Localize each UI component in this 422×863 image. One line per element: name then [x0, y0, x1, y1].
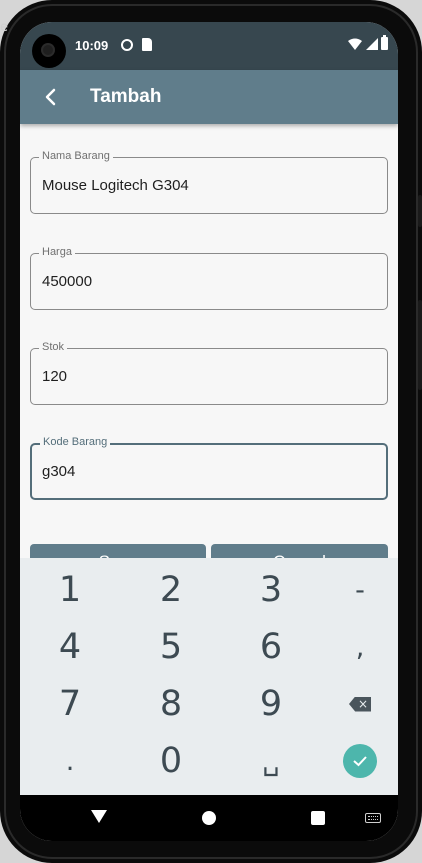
status-time: 10:09 [75, 38, 109, 53]
battery-icon [381, 35, 388, 50]
phone-frame: e 10:09 Tambah Nama Barang Mouse Logitec… [0, 0, 422, 863]
kode-barang-field[interactable]: Kode Barang g304 [30, 436, 388, 500]
page-title: Tambah [90, 86, 162, 107]
key-2[interactable]: 2 [131, 565, 211, 615]
signal-icon [366, 38, 378, 50]
field-value: Mouse Logitech G304 [42, 177, 189, 194]
wifi-icon [348, 38, 362, 50]
backspace-icon: × [349, 696, 371, 712]
key-1[interactable]: 1 [30, 565, 110, 615]
key-5[interactable]: 5 [131, 622, 211, 672]
key-9[interactable]: 9 [231, 679, 311, 729]
nama-barang-field[interactable]: Nama Barang Mouse Logitech G304 [30, 150, 388, 214]
field-label: Stok [39, 341, 68, 353]
key-3[interactable]: 3 [231, 565, 311, 615]
volume-button [418, 195, 422, 227]
sd-card-icon [142, 38, 152, 51]
system-nav-bar [20, 795, 398, 841]
key-minus[interactable]: - [320, 565, 398, 615]
key-8[interactable]: 8 [131, 679, 211, 729]
app-bar: Tambah [20, 70, 398, 124]
power-button [418, 300, 422, 390]
key-space[interactable]: ␣ [231, 736, 311, 786]
key-4[interactable]: 4 [30, 622, 110, 672]
key-period[interactable]: . [30, 736, 110, 786]
status-bar: 10:09 [20, 22, 398, 70]
field-label: Harga [39, 246, 75, 258]
field-value: g304 [42, 463, 76, 480]
stok-field[interactable]: Stok 120 [30, 341, 388, 405]
field-value: 450000 [42, 273, 93, 290]
screen: 10:09 Tambah Nama Barang Mouse Logitech … [20, 22, 398, 841]
field-label: Kode Barang [40, 436, 111, 448]
key-0[interactable]: 0 [131, 736, 211, 786]
field-value: 120 [42, 368, 68, 385]
numeric-keyboard: 1 2 3 - 4 5 6 , 7 8 9 × . 0 ␣ [20, 558, 398, 795]
harga-field[interactable]: Harga 450000 [30, 246, 388, 310]
key-done[interactable] [320, 736, 398, 786]
key-comma[interactable]: , [320, 622, 398, 672]
notification-icon [121, 39, 133, 51]
nav-home-icon[interactable] [202, 811, 216, 825]
key-6[interactable]: 6 [231, 622, 311, 672]
key-7[interactable]: 7 [30, 679, 110, 729]
checkmark-icon [343, 744, 377, 778]
field-label: Nama Barang [39, 150, 113, 162]
keyboard-switch-icon[interactable] [365, 813, 381, 823]
key-backspace[interactable]: × [320, 679, 398, 729]
front-camera [32, 34, 66, 68]
edge-glyph: e [0, 20, 8, 35]
nav-back-icon[interactable] [91, 810, 107, 823]
back-arrow-icon[interactable] [38, 84, 64, 110]
nav-recents-icon[interactable] [311, 811, 325, 825]
